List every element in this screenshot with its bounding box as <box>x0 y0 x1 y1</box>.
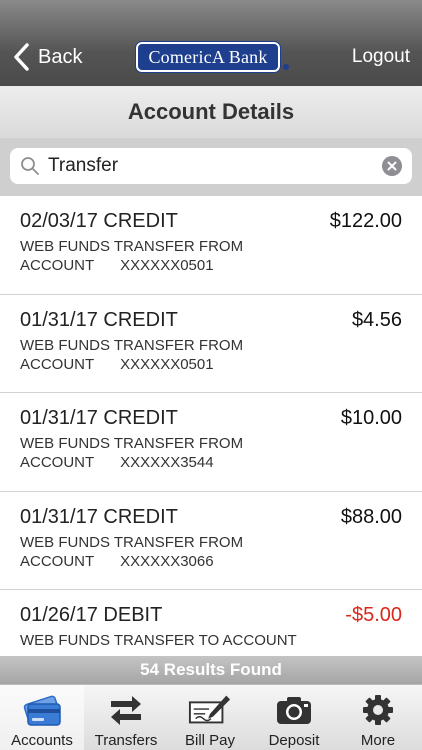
tab-more[interactable]: More <box>336 685 420 750</box>
page-title: Account Details <box>0 86 422 138</box>
account-label: ACCOUNT <box>20 552 95 570</box>
chevron-left-icon <box>14 43 29 71</box>
logout-button[interactable]: Logout <box>352 46 410 68</box>
credit-card-icon <box>20 691 64 729</box>
tab-deposit[interactable]: Deposit <box>252 685 336 750</box>
search-bar <box>0 138 422 196</box>
search-icon <box>21 157 39 175</box>
transaction-description: WEB FUNDS TRANSFER TO ACCOUNT <box>20 632 297 649</box>
transaction-description: WEB FUNDS TRANSFER FROM <box>20 238 244 255</box>
transaction-description: WEB FUNDS TRANSFER FROM <box>20 435 244 452</box>
tab-transfers[interactable]: Transfers <box>84 685 168 750</box>
bank-logo: ComericA Bank <box>136 42 280 72</box>
tab-label: More <box>360 732 396 749</box>
transaction-amount: $88.00 <box>340 505 402 528</box>
bottom-tab-bar: Accounts Transfers Bill Pay Deposit More <box>0 684 422 750</box>
transaction-account-line: ACCOUNT XXXXXX0501 <box>20 256 402 275</box>
tab-label: Accounts <box>11 732 73 749</box>
logo-registered-mark <box>283 64 289 70</box>
back-button[interactable]: Back <box>12 40 82 74</box>
check-pen-icon <box>188 691 232 729</box>
search-field[interactable] <box>10 148 412 184</box>
results-count: 54 Results Found <box>0 656 422 684</box>
camera-icon <box>272 691 316 729</box>
close-icon <box>387 161 397 171</box>
tab-bill-pay[interactable]: Bill Pay <box>168 685 252 750</box>
transaction-description: WEB FUNDS TRANSFER FROM <box>20 336 244 354</box>
search-input[interactable] <box>48 155 368 177</box>
transaction-list[interactable]: 02/03/17 CREDIT $122.00 WEB FUNDS TRANSF… <box>0 196 422 656</box>
transaction-amount: $10.00 <box>340 407 402 429</box>
transaction-date-type: 01/31/17 CREDIT <box>20 308 178 331</box>
transaction-row[interactable]: 01/31/17 CREDIT $4.56 WEB FUNDS TRANSFER… <box>0 295 422 393</box>
transaction-account-line: ACCOUNT XXXXXX3544 <box>20 453 402 472</box>
transfer-arrows-icon <box>104 691 148 729</box>
transaction-description: WEB FUNDS TRANSFER FROM <box>20 533 244 551</box>
transaction-row[interactable]: 02/03/17 CREDIT $122.00 WEB FUNDS TRANSF… <box>0 196 422 295</box>
transaction-row[interactable]: 01/31/17 CREDIT $10.00 WEB FUNDS TRANSFE… <box>0 393 422 492</box>
tab-accounts[interactable]: Accounts <box>0 685 84 750</box>
clear-search-button[interactable] <box>382 156 402 176</box>
tab-label: Bill Pay <box>184 732 236 749</box>
tab-label: Deposit <box>268 732 320 749</box>
account-number: XXXXXX3066 <box>120 552 214 570</box>
account-label: ACCOUNT <box>20 355 95 373</box>
transaction-account-line: ACCOUNT XXXXXX3066 <box>20 552 402 571</box>
account-label: ACCOUNT <box>20 257 95 274</box>
account-number: XXXXXX0501 <box>120 257 214 274</box>
top-nav-bar: Back ComericA Bank Logout <box>0 0 422 86</box>
account-number: XXXXXX0501 <box>120 355 214 373</box>
transaction-row[interactable]: 01/31/17 CREDIT $88.00 WEB FUNDS TRANSFE… <box>0 492 422 590</box>
transaction-account-line: ACCOUNT XXXXXX0501 <box>20 355 402 374</box>
account-label: ACCOUNT <box>20 454 95 471</box>
tab-label: Transfers <box>94 732 158 749</box>
transaction-amount: -$5.00 <box>345 604 402 626</box>
transaction-row[interactable]: 01/26/17 DEBIT -$5.00 WEB FUNDS TRANSFER… <box>0 590 422 656</box>
transaction-amount: $4.56 <box>351 308 402 331</box>
back-label: Back <box>38 45 83 68</box>
account-number: XXXXXX3544 <box>120 454 214 471</box>
gear-icon <box>356 691 400 729</box>
transaction-amount: $122.00 <box>329 210 402 232</box>
